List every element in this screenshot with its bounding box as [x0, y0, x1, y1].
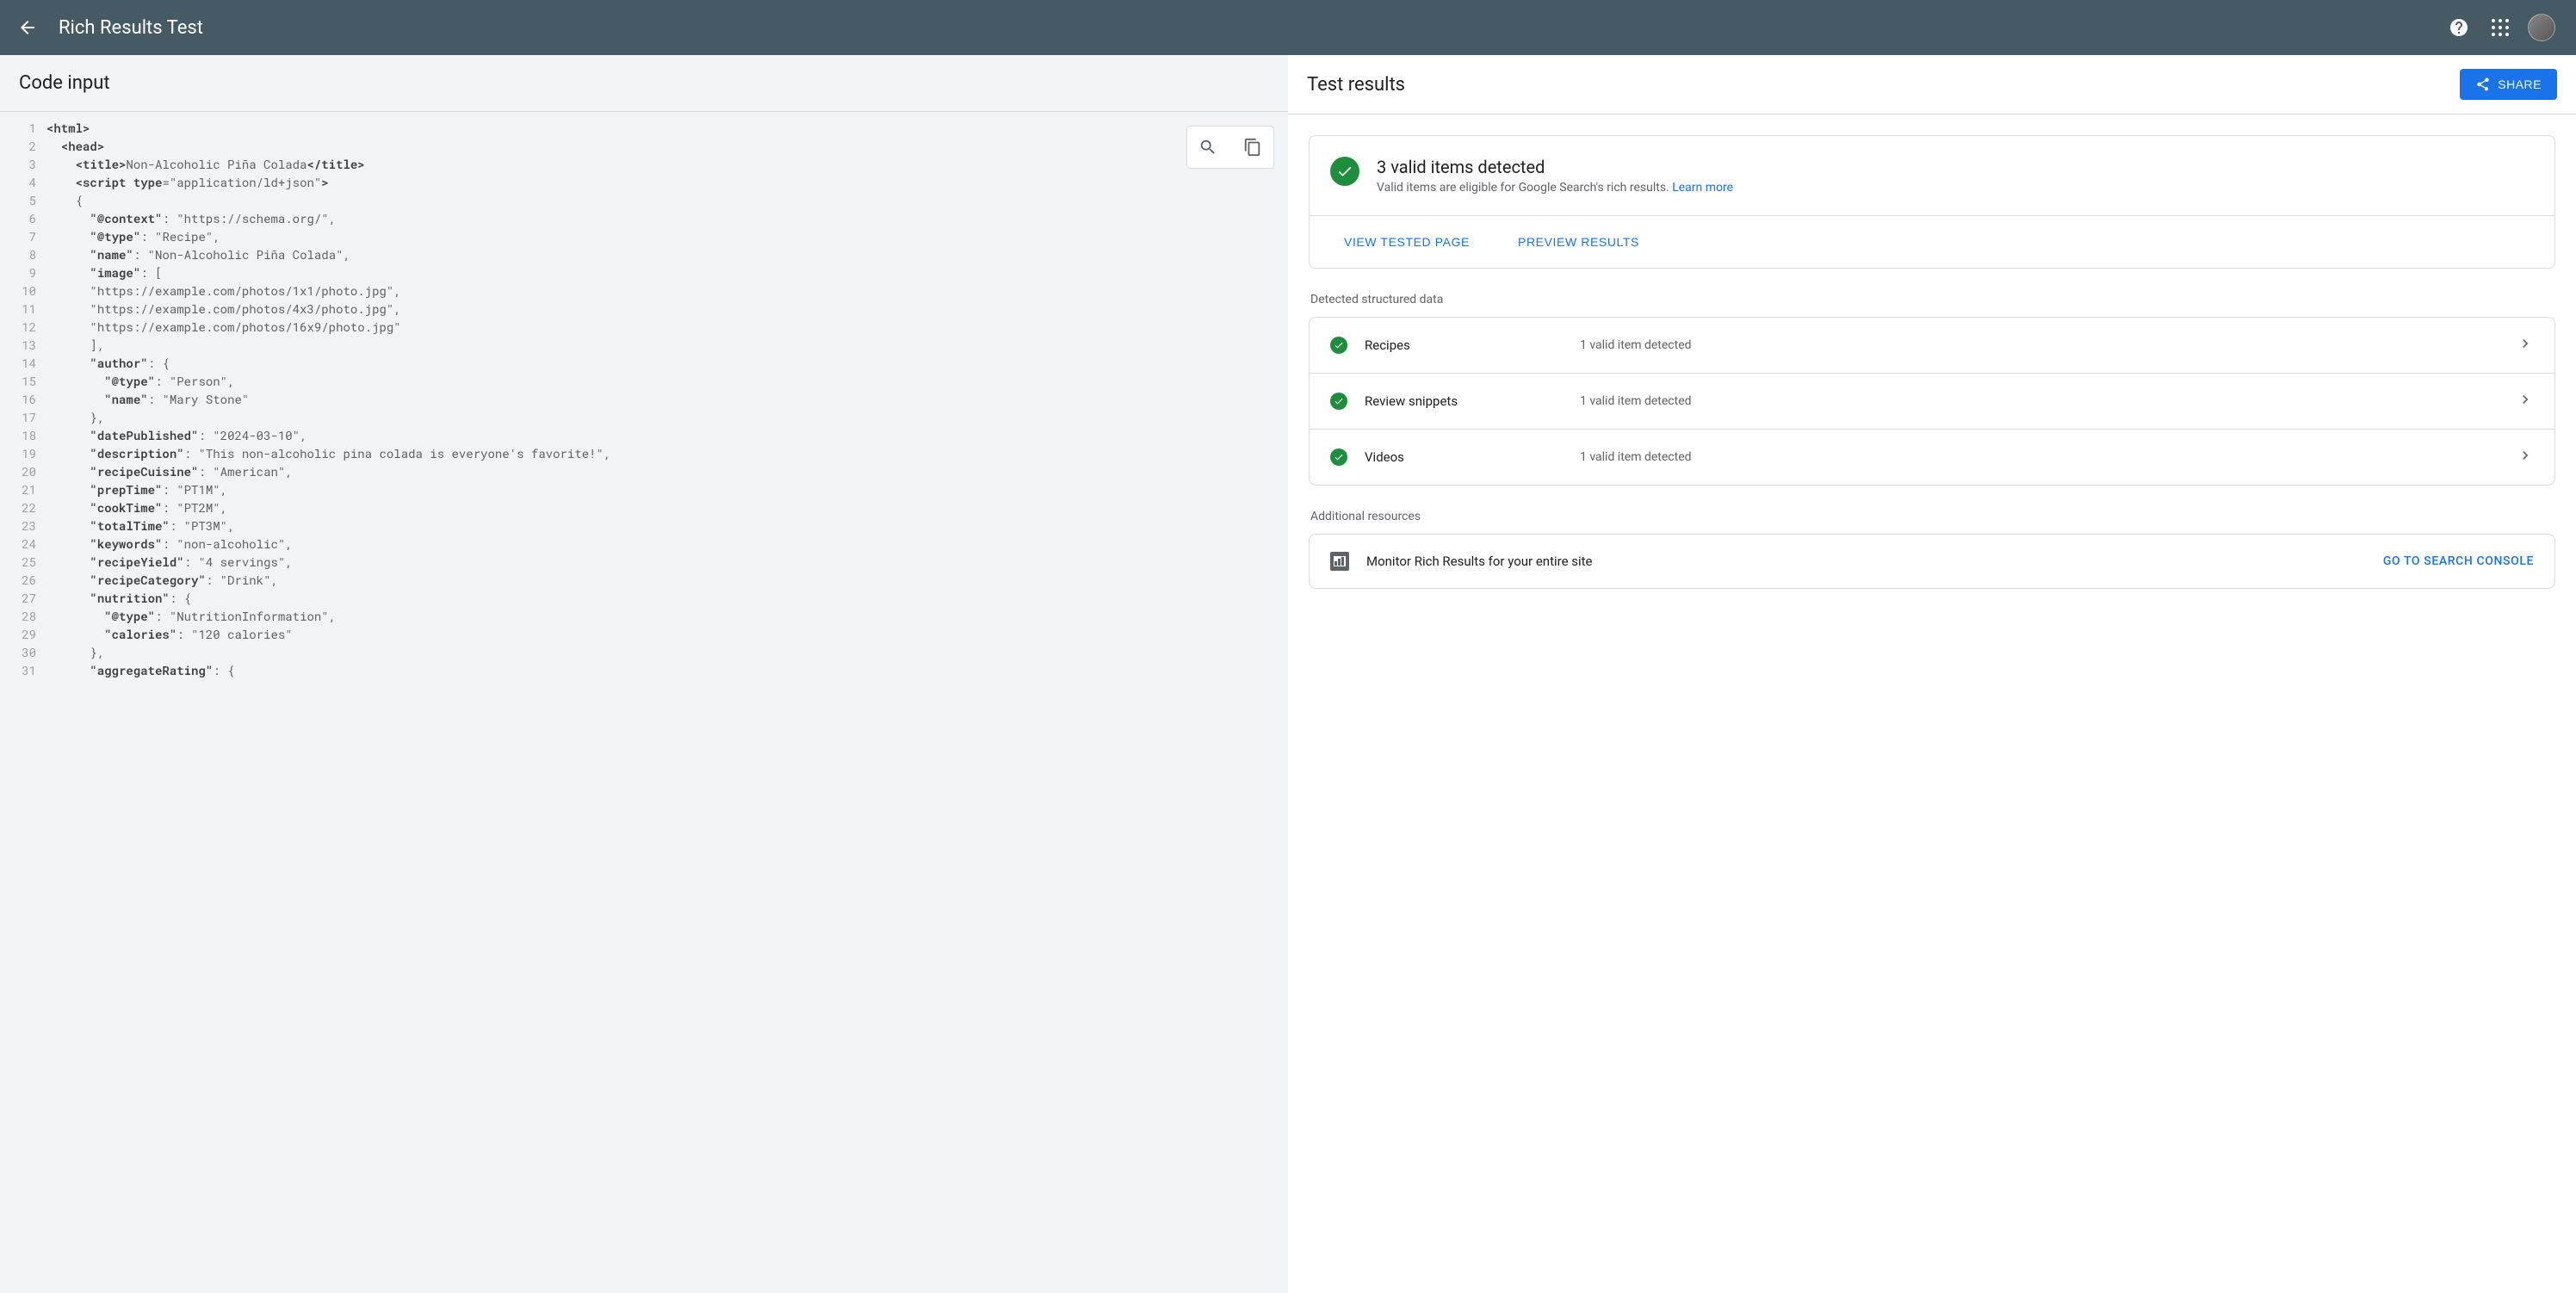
check-icon	[1330, 337, 1347, 354]
chevron-right-icon	[2517, 447, 2534, 467]
item-name: Videos	[1365, 449, 1580, 465]
item-name: Review snippets	[1365, 393, 1580, 409]
results-panel: Test results SHARE 3 valid items detecte…	[1288, 55, 2576, 1293]
preview-results-button[interactable]: PREVIEW RESULTS	[1504, 228, 1653, 256]
account-avatar[interactable]	[2524, 10, 2559, 45]
monitor-text: Monitor Rich Results for your entire sit…	[1366, 554, 2383, 569]
detected-item-row[interactable]: Videos1 valid item detected	[1310, 430, 2554, 485]
share-button[interactable]: SHARE	[2460, 69, 2557, 100]
chart-icon	[1330, 552, 1349, 571]
code-input-panel: Code input 12345678910111213141516171819…	[0, 55, 1288, 1293]
code-toolbar	[1186, 126, 1274, 169]
item-count: 1 valid item detected	[1580, 338, 2517, 352]
results-title: Test results	[1307, 74, 2460, 96]
item-count: 1 valid item detected	[1580, 394, 2517, 408]
search-console-link[interactable]: GO TO SEARCH CONSOLE	[2383, 554, 2534, 568]
chevron-right-icon	[2517, 391, 2534, 411]
code-input-title: Code input	[19, 72, 1269, 94]
resources-card: Monitor Rich Results for your entire sit…	[1309, 534, 2555, 589]
detected-item-row[interactable]: Review snippets1 valid item detected	[1310, 374, 2554, 430]
help-button[interactable]	[2442, 10, 2476, 45]
back-button[interactable]	[17, 17, 38, 38]
item-name: Recipes	[1365, 337, 1580, 353]
search-code-button[interactable]	[1187, 127, 1229, 168]
chevron-right-icon	[2517, 335, 2534, 356]
code-editor[interactable]: 1234567891011121314151617181920212223242…	[0, 112, 1288, 1293]
apps-button[interactable]	[2483, 10, 2517, 45]
status-heading: 3 valid items detected	[1377, 157, 1733, 177]
line-gutter: 1234567891011121314151617181920212223242…	[0, 112, 41, 1293]
status-subtext: Valid items are eligible for Google Sear…	[1377, 181, 1733, 195]
share-label: SHARE	[2498, 77, 2542, 91]
copy-code-button[interactable]	[1232, 127, 1273, 168]
status-card: 3 valid items detected Valid items are e…	[1309, 135, 2555, 269]
detected-section-label: Detected structured data	[1309, 293, 2555, 306]
app-header: Rich Results Test	[0, 0, 2576, 55]
item-count: 1 valid item detected	[1580, 450, 2517, 464]
detected-item-row[interactable]: Recipes1 valid item detected	[1310, 318, 2554, 374]
check-icon	[1330, 393, 1347, 410]
learn-more-link[interactable]: Learn more	[1672, 181, 1733, 195]
app-title: Rich Results Test	[59, 17, 203, 39]
success-icon	[1330, 157, 1359, 186]
code-content[interactable]: <html> <head> <title>Non-Alcoholic Piña …	[41, 112, 1288, 1293]
resources-section-label: Additional resources	[1309, 510, 2555, 523]
detected-items-list: Recipes1 valid item detectedReview snipp…	[1309, 317, 2555, 486]
view-tested-page-button[interactable]: VIEW TESTED PAGE	[1330, 228, 1483, 256]
check-icon	[1330, 449, 1347, 466]
